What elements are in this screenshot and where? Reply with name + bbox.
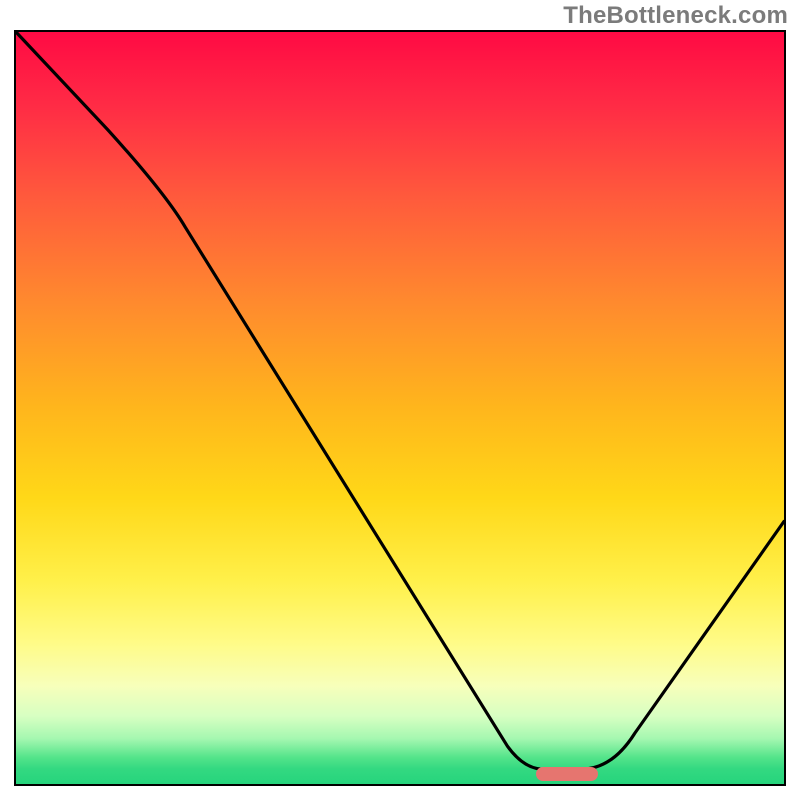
bottleneck-curve xyxy=(16,32,784,784)
chart-area xyxy=(14,30,786,786)
optimal-range-marker xyxy=(536,767,598,781)
curve-path xyxy=(16,32,784,769)
watermark-text: TheBottleneck.com xyxy=(563,2,788,30)
